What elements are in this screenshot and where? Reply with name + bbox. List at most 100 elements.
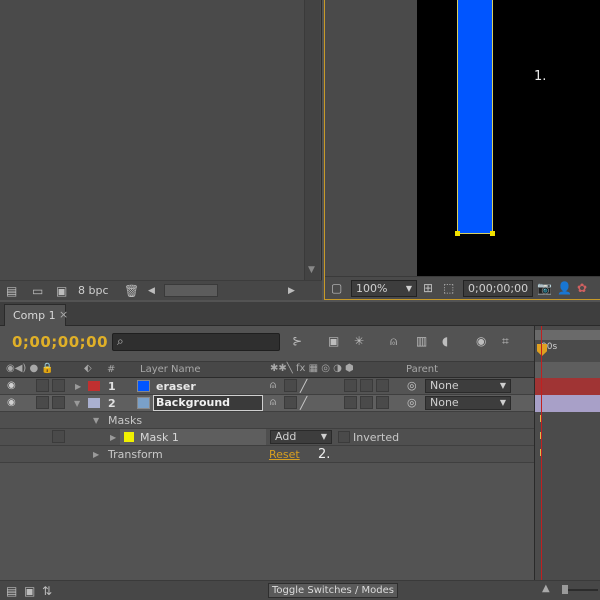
close-icon[interactable]: × (59, 308, 68, 321)
region-of-interest-icon[interactable]: ▢ (331, 281, 342, 295)
timeline-tab-bar (0, 302, 600, 326)
inverted-checkbox[interactable] (338, 431, 350, 443)
search-icon: ⌕ (117, 334, 124, 348)
parent-dropdown[interactable]: None ▼ (425, 396, 511, 410)
hide-shy-layers-icon[interactable]: ⍝ (390, 334, 397, 348)
draft-3d-icon[interactable]: ✳ (354, 334, 364, 348)
motion-blur-switch[interactable] (344, 379, 357, 392)
brainstorm-icon[interactable]: ⌗ (502, 334, 509, 348)
label-color-swatch[interactable] (88, 381, 100, 391)
composition-viewer: 1. ▢ 100% ▼ ⊞ ⬚ 0;00;00;00 📷 👤 ✿ (324, 0, 600, 300)
collapse-switch[interactable] (284, 379, 297, 392)
parent-value: None (430, 396, 459, 409)
collapse-arrow-icon[interactable]: ▼ (74, 399, 80, 408)
channels-icon[interactable]: ✿ (577, 281, 587, 295)
collapse-switch[interactable] (284, 396, 297, 409)
expand-arrow-icon[interactable]: ▶ (93, 450, 99, 459)
horizontal-scroll-thumb[interactable] (164, 284, 218, 297)
lock-toggle[interactable] (52, 430, 65, 443)
scroll-left-icon[interactable]: ◀ (148, 284, 155, 298)
modes-pane-icon[interactable]: ▣ (24, 584, 35, 598)
time-graph[interactable]: 00s I I I (534, 326, 600, 586)
toggle-switches-modes-button[interactable]: Toggle Switches / Modes (268, 583, 398, 598)
zoom-out-icon[interactable]: ▲ (542, 583, 550, 594)
project-scrollbar[interactable]: ▼ (304, 0, 320, 280)
visibility-eye-icon[interactable]: ◉ (7, 397, 16, 408)
label-icon: ⬖ (84, 363, 92, 374)
transform-group-row[interactable]: ▶ Transform Reset 2. (0, 446, 534, 463)
pick-whip-icon[interactable]: ◎ (407, 396, 417, 409)
new-composition-icon[interactable]: ▣ (56, 284, 67, 298)
mask-vertex-handle[interactable] (455, 231, 460, 236)
timeline-track-header (535, 362, 600, 378)
snapshot-icon[interactable]: 📷 (537, 281, 552, 295)
layer-name[interactable]: eraser (156, 380, 196, 393)
motion-blur-switch[interactable] (344, 396, 357, 409)
shy-switch-icon[interactable]: ⍝ (270, 380, 276, 391)
graph-editor-icon[interactable]: ◉ (476, 334, 486, 348)
solo-toggle[interactable] (36, 396, 49, 409)
pick-whip-icon[interactable]: ◎ (407, 379, 417, 392)
mask-row[interactable]: ▶ Mask 1 Add ▼ Inverted (0, 429, 534, 446)
layer-bar-background[interactable] (535, 395, 600, 412)
grid-icon[interactable]: ⊞ (423, 281, 433, 295)
parent-dropdown[interactable]: None ▼ (425, 379, 511, 393)
layer-search-input[interactable]: ⌕ (112, 333, 280, 351)
layer-row-eraser[interactable]: ◉ ▶ 1 eraser ⍝ ╱ ◎ None ▼ (0, 378, 534, 395)
zoom-slider-thumb[interactable] (562, 585, 568, 594)
scroll-right-icon[interactable]: ▶ (288, 284, 295, 298)
current-time-display[interactable]: 0;00;00;00 (12, 333, 108, 351)
composition-mini-flowchart-icon[interactable]: ⊱ (292, 334, 302, 348)
column-number: # (107, 364, 116, 375)
project-panel: ▼ ▤ ▭ ▣ 8 bpc 🗑 ◀ ▶ (0, 0, 322, 300)
quality-switch-icon[interactable]: ╱ (300, 379, 307, 393)
tab-comp-1[interactable]: Comp 1 × (4, 304, 68, 326)
visibility-eye-icon[interactable]: ◉ (7, 380, 16, 391)
transparency-grid-icon[interactable]: ⬚ (443, 281, 454, 295)
mask-vertex-handle[interactable] (490, 231, 495, 236)
masks-group-row[interactable]: ▼ Masks (0, 412, 534, 429)
column-layer-name[interactable]: Layer Name (140, 364, 201, 375)
viewer-timecode[interactable]: 0;00;00;00 (463, 280, 533, 297)
chevron-down-icon: ▼ (405, 284, 412, 293)
label-color-swatch[interactable] (88, 398, 100, 408)
new-folder-icon[interactable]: ▭ (32, 284, 43, 298)
quality-switch-icon[interactable]: ╱ (300, 396, 307, 410)
lock-toggle[interactable] (52, 379, 65, 392)
collapse-arrow-icon[interactable]: ▼ (93, 416, 99, 425)
tab-label: Comp 1 (13, 309, 56, 322)
in-out-pane-icon[interactable]: ⇅ (42, 584, 52, 598)
mask-name-cell[interactable]: Mask 1 (120, 429, 266, 445)
bpc-label[interactable]: 8 bpc (78, 284, 109, 297)
show-snapshot-icon[interactable]: 👤 (557, 281, 572, 295)
live-update-icon[interactable]: ▣ (328, 334, 339, 348)
expand-arrow-icon[interactable]: ▶ (75, 382, 81, 391)
masks-label: Masks (108, 414, 143, 427)
layer-name-edit-field[interactable]: Background (153, 395, 263, 411)
interpret-footage-icon[interactable]: ▤ (6, 284, 17, 298)
adjustment-switch[interactable] (360, 379, 373, 392)
shy-switch-icon[interactable]: ⍝ (270, 397, 276, 408)
work-area-bar[interactable] (535, 330, 600, 340)
motion-blur-icon[interactable]: ◖ (442, 334, 448, 348)
frame-blending-icon[interactable]: ▥ (416, 334, 427, 348)
current-time-indicator[interactable] (537, 344, 547, 356)
expand-arrow-icon[interactable]: ▶ (110, 433, 116, 442)
zoom-dropdown[interactable]: 100% ▼ (351, 280, 417, 297)
3d-switch[interactable] (376, 396, 389, 409)
mask-mode-dropdown[interactable]: Add ▼ (270, 430, 332, 444)
layer-switches-pane-icon[interactable]: ▤ (6, 584, 17, 598)
reset-link[interactable]: Reset (269, 448, 300, 461)
layer-bar-eraser[interactable] (535, 378, 600, 395)
project-footer: ▤ ▭ ▣ 8 bpc 🗑 ◀ ▶ (0, 280, 322, 300)
layer-row-background[interactable]: ◉ ▼ 2 Background ⍝ ╱ ◎ None ▼ (0, 395, 534, 412)
3d-switch[interactable] (376, 379, 389, 392)
scroll-down-icon[interactable]: ▼ (308, 265, 315, 275)
trash-icon[interactable]: 🗑 (124, 284, 139, 298)
mask-color-swatch[interactable] (124, 432, 134, 442)
lock-toggle[interactable] (52, 396, 65, 409)
solo-toggle[interactable] (36, 379, 49, 392)
adjustment-switch[interactable] (360, 396, 373, 409)
eraser-layer-shape[interactable] (457, 0, 493, 234)
composition-canvas[interactable]: 1. (417, 0, 600, 276)
